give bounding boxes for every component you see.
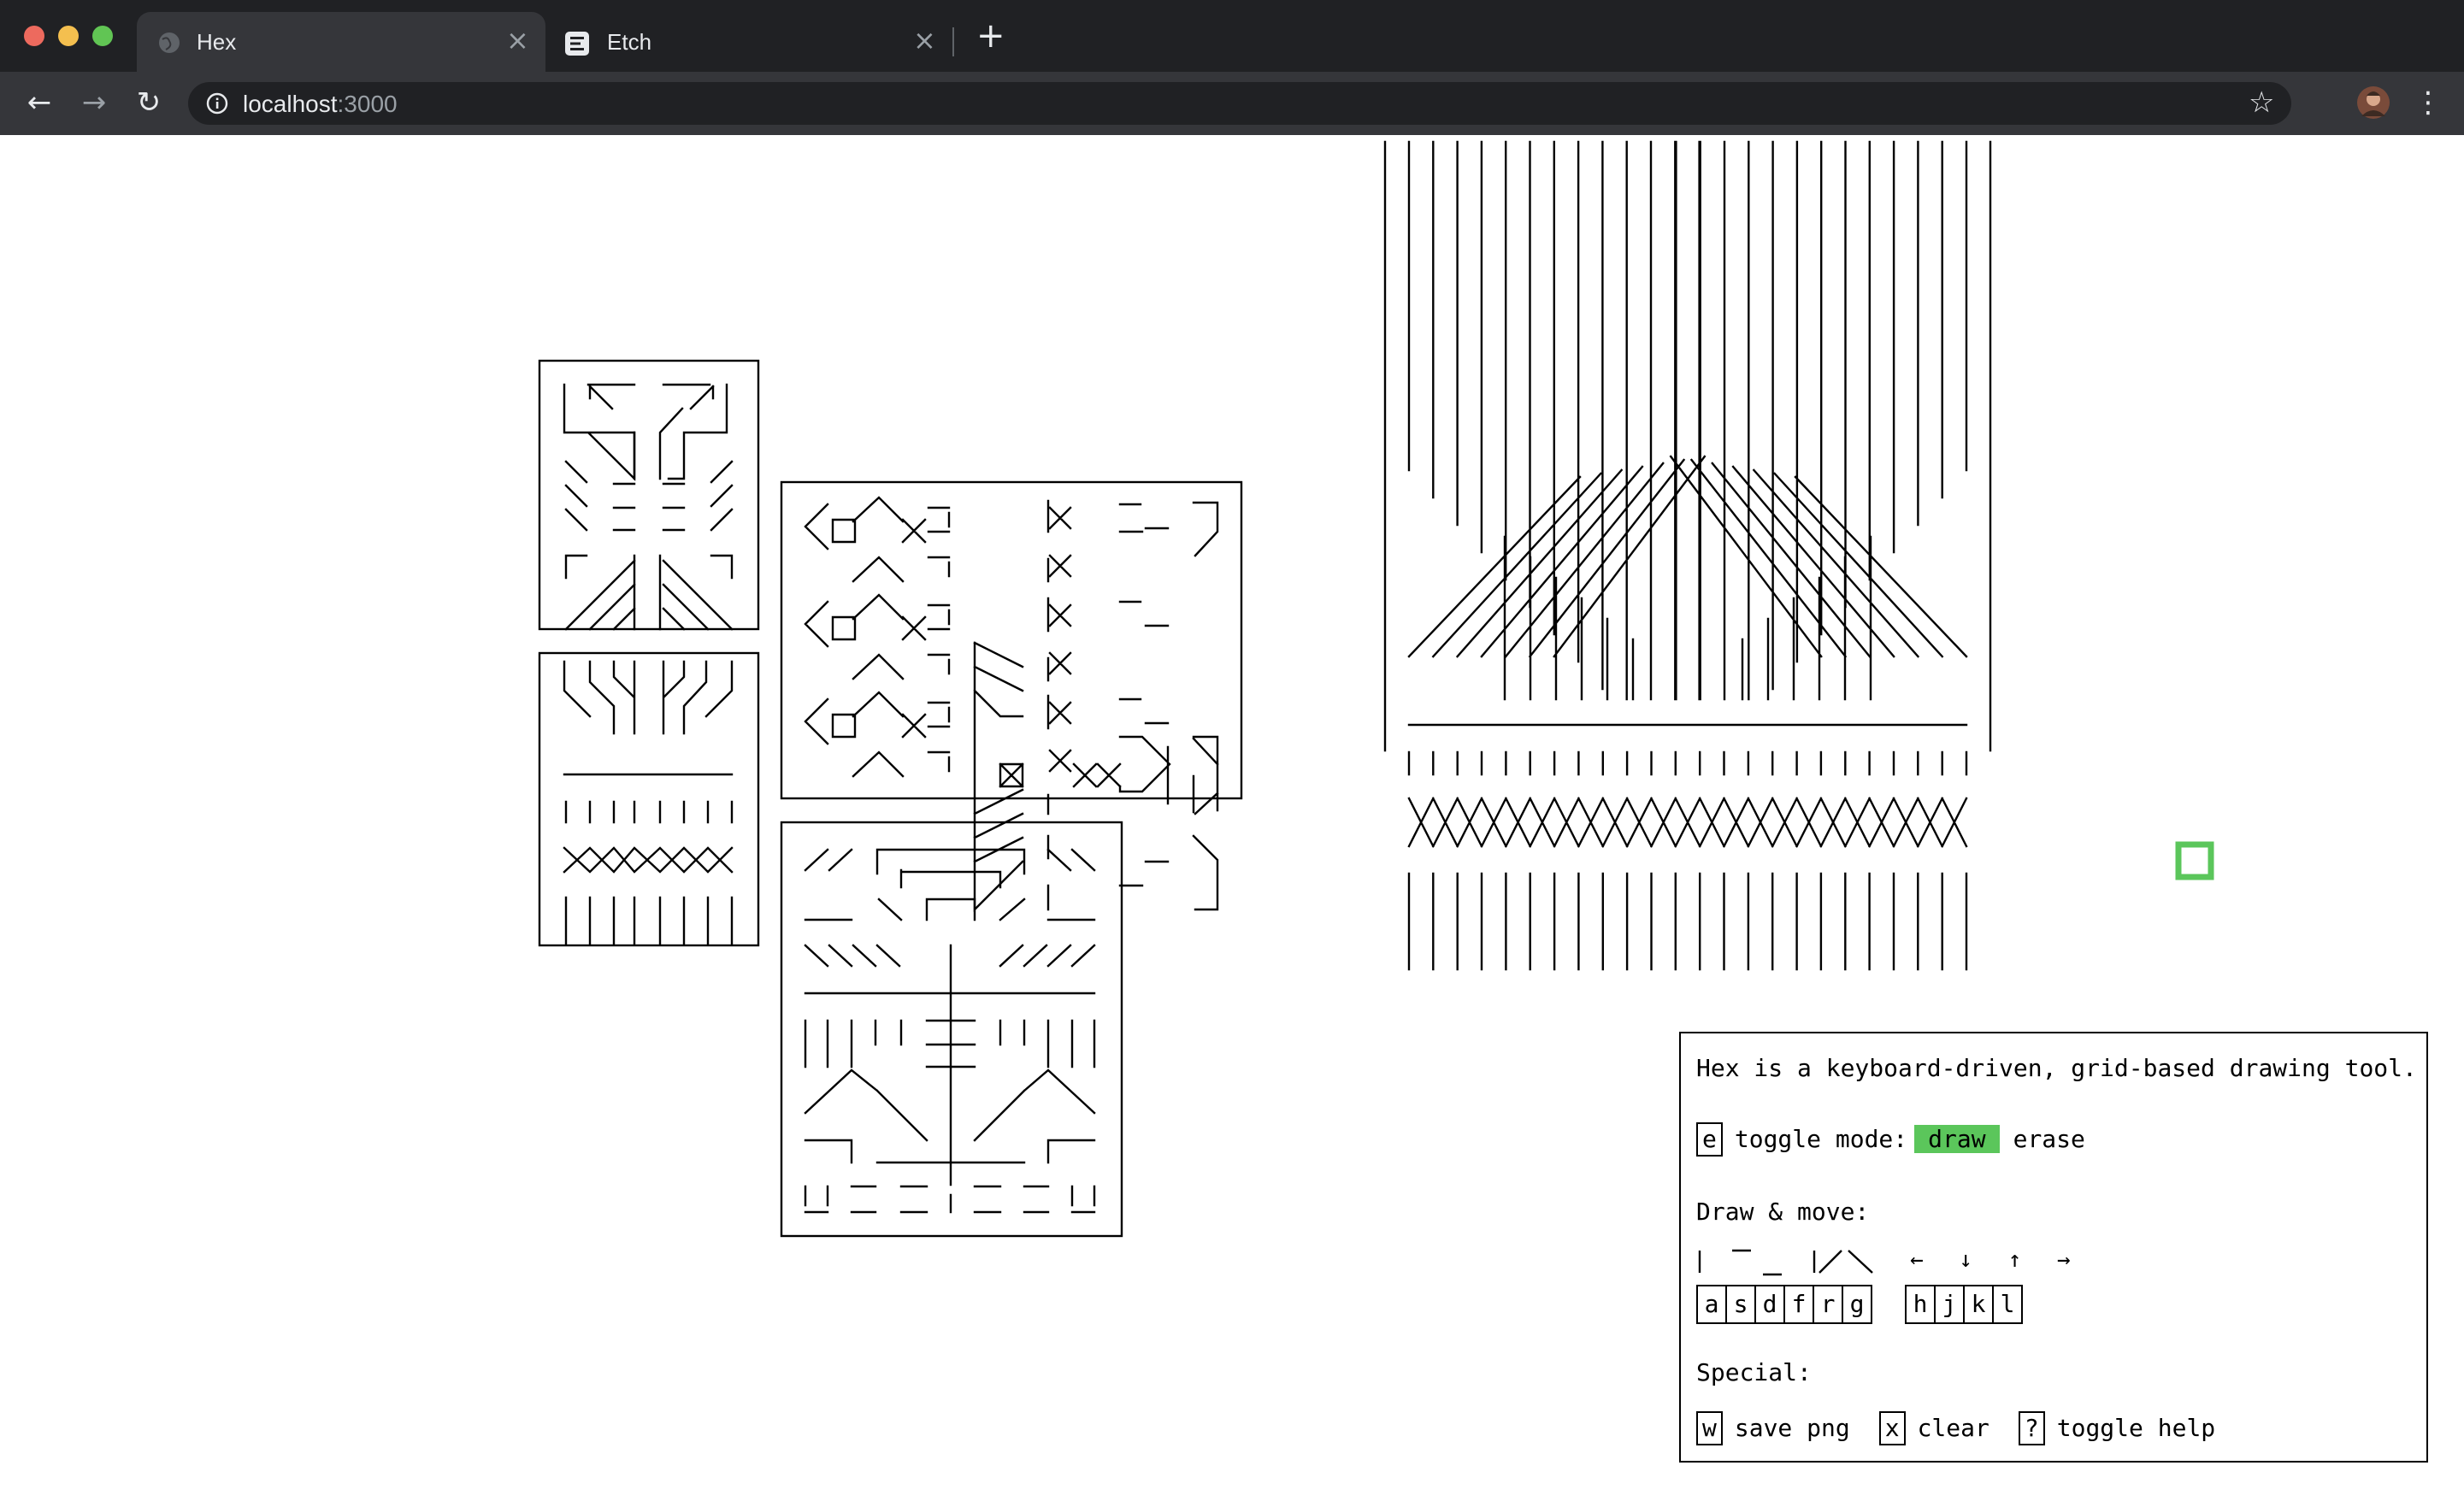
panel-glyph-group (804, 496, 1219, 912)
panel-glyph (564, 554, 734, 631)
panel-glyph (612, 482, 686, 532)
panel-glyph (804, 944, 1096, 1186)
move-key-h[interactable]: h (1905, 1285, 1936, 1324)
url-text: localhost:3000 (243, 91, 398, 118)
clear-key[interactable]: x (1878, 1411, 1906, 1445)
panel-glyph (662, 660, 734, 735)
special-row: w save png x clear? toggle help (1696, 1411, 2215, 1445)
tab-hex[interactable]: Hex × (137, 12, 545, 72)
panel-glyph (563, 660, 636, 735)
save-png-key[interactable]: w (1696, 1411, 1723, 1445)
draw-move-heading: Draw & move: (1696, 1198, 1870, 1226)
mode-label: toggle mode: (1734, 1125, 1908, 1153)
url-host: localhost (243, 91, 338, 117)
close-tab-icon[interactable]: × (913, 24, 936, 56)
help-panel: Hex is a keyboard-driven, grid-based dra… (1679, 1032, 2428, 1463)
toggle-help-key[interactable]: ? (2018, 1411, 2045, 1445)
bookmark-star-icon[interactable]: ☆ (2249, 85, 2274, 120)
move-arrows: ← ↓ ↑ → (1910, 1247, 2082, 1273)
draw-key-s[interactable]: s (1725, 1285, 1756, 1324)
help-intro: Hex is a keyboard-driven, grid-based dra… (1696, 1054, 2417, 1082)
panel-glyph (564, 896, 734, 945)
toggle-help-label: toggle help (2056, 1414, 2216, 1442)
draw-cursor (2175, 841, 2214, 880)
draw-key-f[interactable]: f (1783, 1285, 1814, 1324)
clear-label: clear (1917, 1414, 1989, 1442)
move-keys: h j k l (1905, 1285, 2023, 1324)
new-tab-button[interactable]: + (976, 19, 1005, 53)
minimize-window-button[interactable] (58, 26, 79, 46)
maximize-window-button[interactable] (92, 26, 113, 46)
special-heading: Special: (1696, 1358, 1812, 1386)
draw-key-g[interactable]: g (1842, 1285, 1872, 1324)
tab-title: Etch (607, 29, 652, 55)
tab-title: Hex (197, 29, 237, 55)
tab-divider (952, 27, 954, 56)
close-tab-icon[interactable]: × (506, 24, 529, 56)
back-arrow-icon[interactable]: ← (22, 85, 56, 120)
browser-toolbar: ← → ↻ localhost:3000 ☆ ⋮ (0, 72, 2464, 135)
forward-arrow-icon[interactable]: → (77, 85, 111, 120)
panel-glyph (564, 554, 734, 580)
move-key-l[interactable]: l (1992, 1285, 2023, 1324)
panel-glyph (804, 1185, 1096, 1214)
info-icon[interactable] (205, 91, 229, 115)
panel-glyph (804, 848, 1096, 872)
panel-glyph (564, 800, 734, 824)
move-key-j[interactable]: j (1934, 1285, 1965, 1324)
tapestry-drawing (1383, 140, 1992, 971)
panel-glyph (875, 848, 1026, 921)
save-png-label: save png (1734, 1414, 1850, 1442)
panel-glyph (563, 846, 734, 874)
menu-kebab-icon[interactable]: ⋮ (2411, 85, 2445, 120)
draw-key-r[interactable]: r (1813, 1285, 1843, 1324)
draw-key-a[interactable]: a (1696, 1285, 1727, 1324)
panel-frame (538, 359, 760, 631)
etch-favicon-icon (565, 32, 589, 56)
globe-icon (159, 32, 180, 53)
panel-glyph (563, 383, 728, 481)
close-window-button[interactable] (24, 26, 44, 46)
panel-glyph (587, 383, 715, 410)
panel-glyph (633, 407, 684, 480)
panel-glyph (804, 898, 1096, 921)
panel-glyph (564, 460, 734, 532)
browser-chrome: Hex × Etch × + ← → ↻ localhost:3000 ☆ ⋮ (0, 0, 2464, 135)
tab-etch[interactable]: Etch × (547, 12, 949, 72)
url-port: :3000 (337, 91, 398, 117)
mode-key[interactable]: e (1696, 1122, 1723, 1157)
move-key-k[interactable]: k (1963, 1285, 1994, 1324)
draw-keys: a s d f r g (1696, 1285, 1872, 1324)
mode-erase[interactable]: erase (2000, 1125, 2099, 1153)
mode-draw[interactable]: draw (1914, 1125, 2000, 1153)
draw-key-d[interactable]: d (1754, 1285, 1785, 1324)
address-bar[interactable]: localhost:3000 ☆ (188, 82, 2291, 125)
draw-glyphs-icon (1698, 1249, 1873, 1276)
tapestry-lines (1383, 140, 1992, 971)
profile-avatar[interactable] (2356, 85, 2390, 120)
reload-icon[interactable]: ↻ (132, 85, 166, 120)
mode-row: e toggle mode: draw erase (1696, 1122, 2099, 1157)
panel-glyph (804, 496, 1219, 912)
